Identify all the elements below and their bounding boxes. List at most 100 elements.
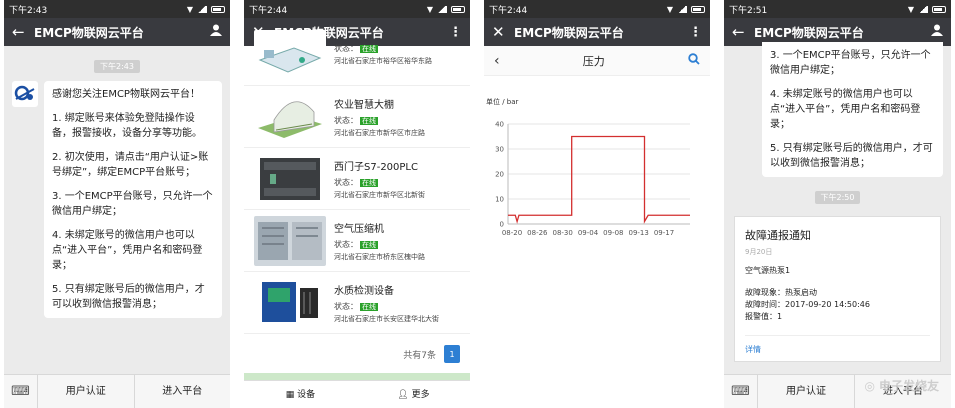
online-badge: 在线 — [360, 178, 378, 187]
wifi-icon: ▼ — [426, 4, 433, 14]
device-name: 空气压缩机 — [334, 223, 384, 235]
keyboard-icon[interactable]: ⌨ — [4, 374, 38, 408]
device-address: 河北省石家庄市新华区北新街 — [334, 190, 425, 199]
keyboard-icon[interactable]: ⌨ — [724, 374, 758, 408]
status-label: 状态： — [334, 44, 358, 53]
device-thumbnail — [254, 153, 326, 204]
chevron-left-icon[interactable]: ‹ — [494, 53, 500, 69]
x-tick-label: 09-13 — [628, 229, 648, 237]
signal-icon — [197, 5, 207, 13]
battery-icon — [691, 5, 705, 13]
phone-screen-2: 下午2:44 ▼ ✕ EMCP物联网云平台 ⋮ 状态：在线 河北省石家庄市裕华区… — [244, 0, 470, 408]
y-tick-label: 0 — [500, 221, 504, 229]
page-button[interactable]: 1 — [444, 345, 460, 363]
device-address: 河北省石家庄市新华区市庄路 — [334, 128, 425, 137]
tab-more[interactable]: 👤︎ 更多 — [357, 381, 470, 408]
tab-label: 更多 — [411, 390, 430, 400]
message-line: 1. 绑定账号来体验免登陆操作设备，报警接收，设备分享等功能。 — [52, 113, 202, 139]
close-icon[interactable]: ✕ — [492, 23, 514, 41]
battery-icon — [932, 5, 946, 13]
enter-platform-button[interactable]: 进入平台 — [135, 375, 231, 408]
status-label: 状态： — [334, 239, 358, 249]
list-item[interactable]: 水质检测设备 状态： 在线 河北省石家庄市长安区建华北大街 — [244, 272, 470, 334]
more-vertical-icon[interactable]: ⋮ — [449, 25, 462, 40]
message-row: 感谢您关注EMCP物联网云平台！ 1. 绑定账号来体验免登陆操作设备，报警接收，… — [4, 81, 230, 318]
message-line: 5. 只有绑定账号后的微信用户，才可以收到微信报警消息； — [770, 143, 933, 169]
status-label: 状态： — [334, 301, 358, 311]
signal-icon — [677, 5, 687, 13]
device-icon: ▦ — [285, 390, 298, 400]
x-tick-label: 09-04 — [578, 229, 599, 237]
page-title: EMCP物联网云平台 — [34, 25, 144, 40]
device-address: 河北省石家庄市长安区建华北大街 — [334, 314, 439, 323]
device-thumbnail — [254, 277, 326, 328]
menu-bar: ⌨ 用户认证 进入平台 — [4, 374, 230, 408]
watermark-logo-icon: ◎ — [864, 378, 875, 393]
status-bar: 下午2:44 ▼ — [244, 0, 470, 18]
battery-icon — [451, 5, 465, 13]
battery-icon — [211, 5, 225, 13]
status-time: 下午2:44 — [489, 5, 528, 16]
phone-screen-3: 下午2:44 ▼ ✕ EMCP物联网云平台 ⋮ ‹ 压力 单位 / bar 40 3… — [484, 0, 710, 408]
search-icon[interactable] — [688, 53, 700, 68]
bottom-tab-bar: ▦ 设备 👤︎ 更多 — [244, 380, 470, 408]
list-item[interactable]: 空气压缩机 状态： 在线 河北省石家庄市桥东区槐中路 — [244, 210, 470, 272]
online-badge: 在线 — [360, 116, 378, 125]
user-auth-button[interactable]: 用户认证 — [38, 374, 135, 408]
title-bar: ✕ EMCP物联网云平台 ⋮ — [484, 18, 710, 46]
device-address: 河北省石家庄市裕华区裕华东路 — [334, 57, 432, 65]
message-line: 3. 一个EMCP平台账号，只允许一个微信用户绑定； — [770, 50, 931, 76]
page-title: EMCP物联网云平台 — [514, 25, 624, 40]
details-link[interactable]: 详情 — [745, 335, 930, 355]
tab-devices[interactable]: ▦ 设备 — [244, 381, 357, 408]
back-arrow-icon[interactable]: ← — [12, 23, 34, 41]
status-time: 下午2:43 — [9, 5, 48, 16]
avatar[interactable] — [12, 81, 38, 107]
list-item[interactable]: 农业智慧大棚 状态： 在线 河北省石家庄市新华区市庄路 — [244, 86, 470, 148]
x-tick-label: 09-08 — [603, 229, 623, 237]
y-tick-label: 20 — [495, 171, 504, 179]
message-bubble: 3. 一个EMCP平台账号，只允许一个微信用户绑定； 4. 未绑定账号的微信用户… — [762, 42, 943, 177]
online-badge: 在线 — [360, 302, 378, 311]
wifi-icon: ▼ — [907, 4, 914, 14]
online-badge: 在线 — [360, 240, 378, 249]
x-tick-label: 08-30 — [552, 229, 572, 237]
list-item[interactable]: 西门子S7-200PLC 状态： 在线 河北省石家庄市新华区北新街 — [244, 148, 470, 210]
device-name: 水质检测设备 — [334, 285, 394, 297]
card-date: 9月20日 — [745, 248, 773, 256]
tab-label: 设备 — [297, 390, 316, 400]
chart-page-title: 压力 — [582, 54, 605, 68]
user-auth-button[interactable]: 用户认证 — [758, 374, 855, 408]
status-label: 状态： — [334, 115, 358, 125]
chart-header: ‹ 压力 — [484, 46, 710, 76]
fault-notice-card[interactable]: 故障通报通知 9月20日 空气源热泵1 故障现象：热泵启动 故障时间：2017-… — [734, 216, 941, 362]
message-line: 4. 未绑定账号的微信用户也可以点“进入平台”，凭用户名和密码登录； — [770, 89, 921, 130]
status-bar: 下午2:43 ▼ — [4, 0, 230, 18]
card-line: 故障时间：2017-09-20 14:50:46 — [745, 300, 870, 309]
x-tick-label: 08-20 — [502, 229, 522, 237]
back-arrow-icon[interactable]: ← — [732, 23, 754, 41]
timestamp: 下午2:50 — [814, 191, 861, 204]
online-badge: 在线 — [360, 45, 378, 53]
profile-icon[interactable] — [931, 24, 943, 40]
phone-screen-1: 下午2:43 ▼ ← EMCP物联网云平台 下午2:43 感谢您关注EMCP物联… — [4, 0, 230, 408]
signal-icon — [437, 5, 447, 13]
status-bar: 下午2:44 ▼ — [484, 0, 710, 18]
message-row: 3. 一个EMCP平台账号，只允许一个微信用户绑定； 4. 未绑定账号的微信用户… — [724, 42, 951, 177]
phone-screen-4: 下午2:51 ▼ ← EMCP物联网云平台 3. 一个EMCP平台账号，只允许一… — [724, 0, 951, 408]
card-line: 故障现象：热泵启动 — [745, 288, 817, 297]
x-tick-label: 08-26 — [527, 229, 548, 237]
more-vertical-icon[interactable]: ⋮ — [689, 25, 702, 40]
message-line: 5. 只有绑定账号后的微信用户，才可以收到微信报警消息； — [52, 284, 205, 310]
message-line: 2. 初次使用，请点击“用户认证>账号绑定”，绑定EMCP平台账号； — [52, 152, 209, 178]
status-time: 下午2:44 — [249, 5, 288, 16]
x-tick-label: 09-17 — [654, 229, 674, 237]
device-address: 河北省石家庄市桥东区槐中路 — [334, 252, 425, 261]
total-count: 共有7条 — [403, 350, 436, 361]
device-name: 西门子S7-200PLC — [334, 161, 418, 173]
profile-icon[interactable] — [210, 24, 222, 40]
y-axis-label: 单位 / bar — [486, 97, 519, 106]
device-thumbnail — [254, 29, 326, 80]
message-line: 感谢您关注EMCP物联网云平台！ — [52, 89, 200, 100]
device-thumbnail — [254, 91, 326, 142]
